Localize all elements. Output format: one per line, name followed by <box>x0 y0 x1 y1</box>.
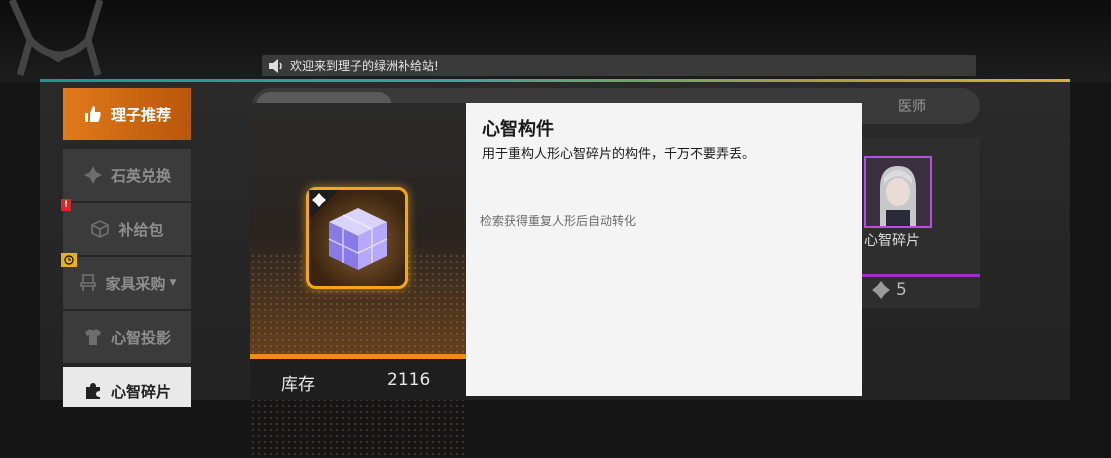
item-detail-info-panel: 心智构件 用于重构人形心智碎片的构件，千万不要弄丢。 检索获得重复人形后自动转化 <box>466 103 862 396</box>
shop-item-price: 5 <box>872 280 907 300</box>
clock-icon <box>61 253 77 267</box>
diamond-icon <box>872 281 890 299</box>
shop-item-card[interactable]: 心智碎片 5 <box>858 138 980 308</box>
sidebar-item-label: 石英兑换 <box>110 166 171 185</box>
sidebar: 理子推荐 石英兑换 ! 补给包 家具采购 ▼ 心智投影 心智碎片 <box>61 88 193 407</box>
sidebar-item-mind-fragments[interactable]: 心智碎片 <box>63 367 191 407</box>
chair-icon <box>78 273 98 293</box>
item-detail-image-panel: 库存 2116 <box>250 103 466 458</box>
quartz-icon <box>83 165 103 185</box>
announcement-bar: 欢迎来到理子的绿洲补给站! <box>262 55 976 76</box>
chevron-down-icon: ▼ <box>169 278 177 288</box>
announcement-text: 欢迎来到理子的绿洲补给站! <box>290 59 439 73</box>
stock-label: 库存 <box>281 375 315 395</box>
shop-item-name: 心智碎片 <box>864 233 920 249</box>
sidebar-item-label: 补给包 <box>118 220 164 239</box>
thumbs-up-icon <box>83 104 103 124</box>
item-note: 检索获得重复人形后自动转化 <box>480 214 637 228</box>
sidebar-item-label: 心智投影 <box>110 328 171 347</box>
item-frame <box>306 187 408 289</box>
sidebar-item-label: 心智碎片 <box>110 383 171 401</box>
puzzle-icon <box>83 381 103 401</box>
shirt-icon <box>83 327 103 347</box>
sidebar-item-label: 家具采购 <box>105 274 166 293</box>
alert-badge: ! <box>61 199 71 211</box>
mind-cube-icon <box>328 208 388 270</box>
item-description: 用于重构人形心智碎片的构件，千万不要弄丢。 <box>482 147 756 162</box>
doll-portrait-icon <box>864 156 932 228</box>
box-icon <box>90 219 110 239</box>
sidebar-item-label: 理子推荐 <box>110 105 171 124</box>
speaker-icon <box>269 58 282 73</box>
sidebar-item-skins[interactable]: 心智投影 <box>63 311 191 363</box>
stock-value: 2116 <box>387 370 431 390</box>
fox-mascot-icon <box>8 0 104 76</box>
rarity-bar <box>858 274 980 277</box>
price-value: 5 <box>896 280 907 300</box>
sidebar-item-recommend[interactable]: 理子推荐 <box>63 88 191 140</box>
stock-row: 库存 2116 <box>250 359 466 400</box>
tab-medic[interactable]: 医师 <box>844 88 980 124</box>
sidebar-item-quartz[interactable]: 石英兑换 <box>63 149 191 201</box>
sidebar-item-furniture[interactable]: 家具采购 ▼ <box>61 253 191 309</box>
item-title: 心智构件 <box>482 119 554 140</box>
sidebar-item-supply-pack[interactable]: ! 补给包 <box>61 199 191 255</box>
